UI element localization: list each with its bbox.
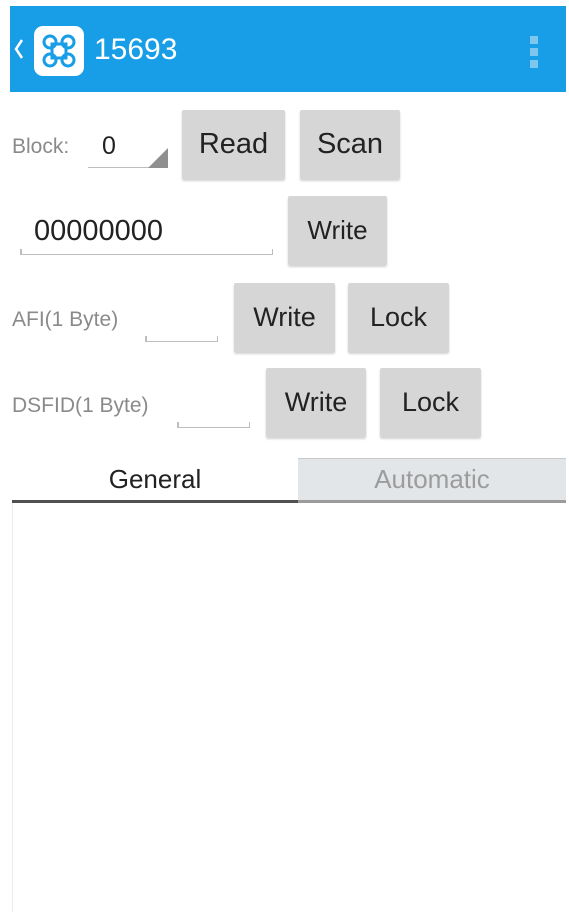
write-data-button[interactable]: Write: [288, 196, 387, 265]
dsfid-write-button[interactable]: Write: [266, 368, 366, 437]
block-data-input[interactable]: 00000000: [34, 214, 163, 248]
chevron-left-icon[interactable]: [14, 38, 24, 60]
tab-automatic[interactable]: Automatic: [298, 458, 566, 503]
overflow-menu-icon[interactable]: [527, 32, 541, 72]
tab-general[interactable]: General: [12, 458, 298, 503]
read-button[interactable]: Read: [182, 110, 285, 179]
afi-input[interactable]: [145, 336, 218, 342]
block-spinner-value: 0: [102, 132, 116, 160]
dsfid-label: DSFID(1 Byte): [12, 394, 149, 417]
dsfid-lock-button[interactable]: Lock: [380, 368, 481, 437]
tab-content-area: [12, 503, 565, 912]
afi-write-button[interactable]: Write: [234, 283, 335, 352]
app-title: 15693: [94, 33, 178, 66]
afi-lock-button[interactable]: Lock: [348, 283, 449, 352]
spinner-dropdown-icon: [148, 148, 168, 168]
scan-button[interactable]: Scan: [300, 110, 400, 179]
dsfid-input[interactable]: [177, 422, 250, 428]
block-label: Block:: [12, 135, 70, 158]
app-screen: 15693 Block: 0 Read Scan 00000000 Write …: [10, 0, 566, 912]
screen-border-left: [0, 0, 10, 912]
nfc-app-icon[interactable]: [34, 26, 84, 76]
afi-label: AFI(1 Byte): [12, 308, 119, 331]
action-bar: 15693: [10, 6, 566, 92]
block-data-underline: [20, 249, 273, 255]
